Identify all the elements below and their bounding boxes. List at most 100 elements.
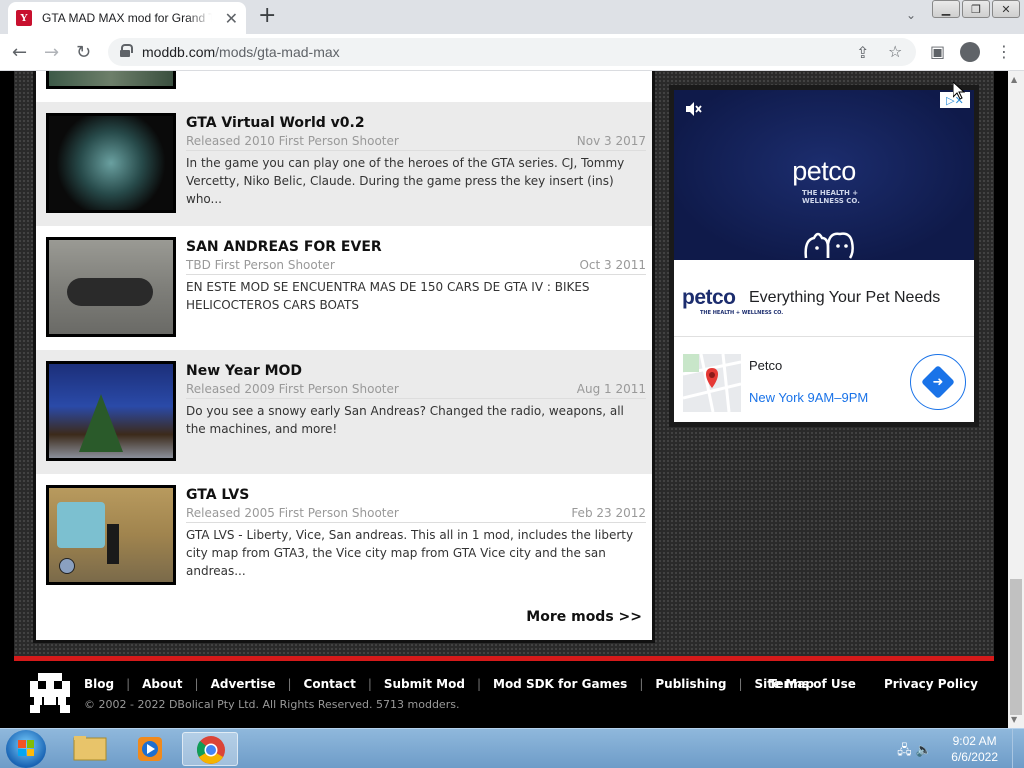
more-mods-link[interactable]: More mods >> (526, 609, 642, 625)
scroll-down-arrow-icon[interactable]: ▼ (1011, 715, 1017, 724)
ad-headline[interactable]: Everything Your Pet Needs (749, 289, 940, 307)
mod-meta: Released 2009 First Person Shooter Aug 1… (186, 382, 646, 399)
footer-separator: | (126, 677, 131, 691)
footer-link-about[interactable]: About (142, 677, 182, 691)
mod-date: Oct 3 2011 (579, 258, 646, 272)
mod-description: In the game you can play one of the hero… (186, 156, 625, 206)
tab-close-icon[interactable]: ✕ (225, 9, 238, 28)
reload-icon[interactable]: ↻ (76, 42, 91, 63)
directions-button[interactable]: ➜ (910, 354, 966, 410)
footer-separator: | (367, 677, 372, 691)
chevron-down-icon[interactable]: ⌄ (906, 8, 916, 22)
mod-date: Aug 1 2011 (576, 382, 646, 396)
restore-icon[interactable]: ❐ (962, 0, 990, 18)
mod-title[interactable]: GTA Virtual World v0.2 (186, 115, 365, 131)
mod-thumbnail[interactable] (46, 361, 176, 461)
mod-thumbnail[interactable] (46, 485, 176, 585)
mod-date: Feb 23 2012 (571, 506, 646, 520)
address-bar[interactable]: moddb.com/mods/gta-mad-max ⇪ ☆ (108, 38, 916, 66)
mod-thumbnail[interactable] (46, 113, 176, 213)
copyright-text: © 2002 - 2022 DBolical Pty Ltd. All Righ… (84, 698, 460, 711)
mod-date: Nov 3 2017 (576, 134, 646, 148)
browser-tab-bar: Y GTA MAD MAX mod for Grand Theft Auto ✕… (0, 0, 1024, 34)
mod-list-item[interactable]: New Year MOD Released 2009 First Person … (36, 350, 652, 474)
taskbar-media-player[interactable] (122, 732, 178, 766)
footer-separator: | (194, 677, 199, 691)
footer-separator: | (476, 677, 481, 691)
mute-icon[interactable] (684, 100, 704, 120)
mod-release-info: Released 2009 First Person Shooter (186, 382, 399, 396)
mod-thumbnail[interactable] (46, 237, 176, 337)
clock-time: 9:02 AM (952, 734, 997, 748)
windows-logo-icon (18, 740, 34, 756)
media-player-icon (138, 737, 162, 761)
share-icon[interactable]: ⇪ (856, 43, 869, 62)
lock-icon (120, 44, 133, 57)
footer-link-submit-mod[interactable]: Submit Mod (384, 677, 465, 691)
mod-meta: Released 2005 First Person Shooter Feb 2… (186, 506, 646, 523)
mod-title[interactable]: SAN ANDREAS FOR EVER (186, 239, 382, 255)
side-panel-icon[interactable]: ▣ (930, 42, 945, 61)
web-page: GTA Virtual World v0.2 Released 2010 Fir… (0, 71, 1008, 728)
menu-kebab-icon[interactable]: ⋮ (996, 42, 1012, 61)
ad-divider (674, 336, 974, 337)
footer-nav: Blog | About | Advertise | Contact | Submit … (84, 677, 814, 691)
start-button[interactable] (6, 730, 46, 768)
ad-video-banner[interactable]: ▷✕ petco THE HEALTH + WELLNESS CO. (674, 90, 974, 260)
mod-release-info: Released 2010 First Person Shooter (186, 134, 399, 148)
previous-mod-thumbnail[interactable] (46, 71, 176, 89)
page-scrollbar[interactable]: ▲ ▼ (1008, 71, 1024, 728)
scrollbar-thumb[interactable] (1010, 579, 1022, 715)
moddb-logo-icon[interactable] (30, 673, 70, 713)
taskbar-chrome[interactable] (182, 732, 238, 766)
ad-banner-tagline: THE HEALTH + WELLNESS CO. (802, 189, 860, 205)
site-footer: Blog | About | Advertise | Contact | Submit … (14, 656, 994, 728)
browser-toolbar: ← → ↻ moddb.com/mods/gta-mad-max ⇪ ☆ ▣ ⋮ (0, 34, 1024, 71)
taskbar-explorer[interactable] (62, 732, 118, 766)
mod-list-item[interactable]: GTA LVS Released 2005 First Person Shoot… (36, 474, 652, 598)
footer-legal-nav: Terms of Use Privacy Policy (741, 677, 978, 691)
volume-icon[interactable]: 🔈 (916, 743, 932, 758)
footer-link-blog[interactable]: Blog (84, 677, 114, 691)
profile-avatar-icon[interactable] (960, 42, 980, 62)
ad-place-name[interactable]: Petco (749, 358, 782, 373)
windows-taskbar: 🖧 🔈 9:02 AM 6/6/2022 (0, 728, 1024, 768)
mod-meta: Released 2010 First Person Shooter Nov 3… (186, 134, 646, 151)
tab-title: GTA MAD MAX mod for Grand Theft Auto (42, 11, 212, 25)
forward-arrow-icon[interactable]: → (44, 42, 59, 63)
mod-release-info: TBD First Person Shooter (186, 258, 335, 272)
mod-description: EN ESTE MOD SE ENCUENTRA MAS DE 150 CARS… (186, 280, 590, 312)
footer-separator: | (639, 677, 644, 691)
petco-ad[interactable]: ▷✕ petco THE HEALTH + WELLNESS CO. petco … (669, 85, 979, 427)
directions-arrow-icon: ➜ (921, 365, 955, 399)
minimize-icon[interactable]: ▁ (932, 0, 960, 18)
footer-link-mod-sdk[interactable]: Mod SDK for Games (493, 677, 627, 691)
close-window-icon[interactable]: ✕ (992, 0, 1020, 18)
browser-tab[interactable]: Y GTA MAD MAX mod for Grand Theft Auto ✕ (8, 2, 246, 34)
footer-link-contact[interactable]: Contact (304, 677, 356, 691)
footer-link-privacy[interactable]: Privacy Policy (884, 677, 978, 691)
chrome-icon (196, 736, 225, 764)
mod-description: Do you see a snowy early San Andreas? Ch… (186, 404, 624, 436)
mod-title[interactable]: GTA LVS (186, 487, 249, 503)
footer-link-terms[interactable]: Terms of Use (769, 677, 856, 691)
footer-link-publishing[interactable]: Publishing (655, 677, 726, 691)
back-arrow-icon[interactable]: ← (12, 42, 27, 63)
footer-link-advertise[interactable]: Advertise (211, 677, 276, 691)
network-icon[interactable]: 🖧 (897, 743, 912, 758)
mod-description: GTA LVS - Liberty, Vice, San andreas. Th… (186, 528, 634, 578)
new-tab-icon[interactable]: + (258, 3, 276, 28)
taskbar-clock[interactable]: 9:02 AM 6/6/2022 (951, 733, 998, 765)
bookmark-star-icon[interactable]: ☆ (888, 42, 902, 61)
ad-location-hours[interactable]: New York 9AM–9PM (749, 390, 868, 405)
mod-meta: TBD First Person Shooter Oct 3 2011 (186, 258, 646, 275)
ad-banner-brand: petco (792, 156, 856, 186)
map-thumbnail[interactable] (683, 354, 741, 412)
moddb-favicon-icon: Y (16, 10, 32, 26)
mod-title[interactable]: New Year MOD (186, 363, 302, 379)
show-desktop-button[interactable] (1012, 729, 1024, 768)
footer-separator: | (287, 677, 292, 691)
mod-list-item[interactable]: SAN ANDREAS FOR EVER TBD First Person Sh… (36, 226, 652, 350)
scroll-up-arrow-icon[interactable]: ▲ (1011, 75, 1017, 84)
mod-list-item[interactable]: GTA Virtual World v0.2 Released 2010 Fir… (36, 102, 652, 226)
